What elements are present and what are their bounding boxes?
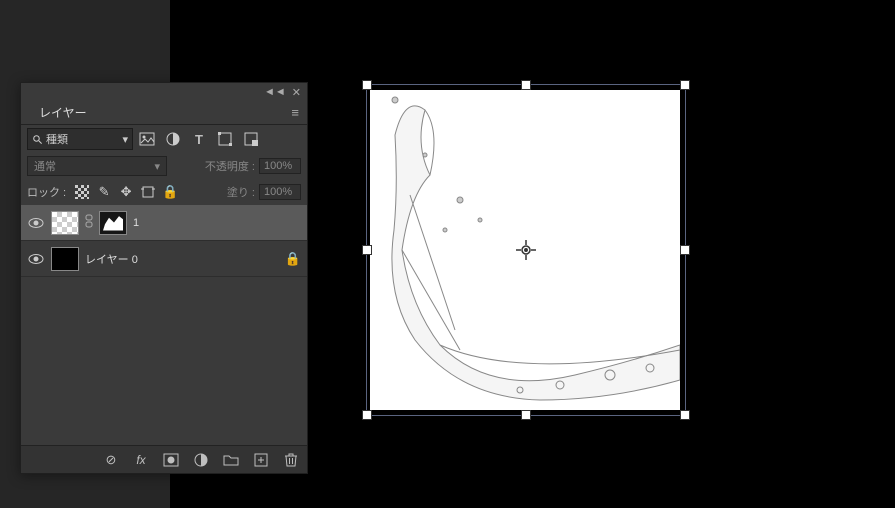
blend-mode-select[interactable]: 通常 ▾ (27, 156, 167, 176)
link-layers-icon[interactable]: ⊘ (103, 452, 119, 468)
lock-artboard-icon[interactable] (140, 184, 156, 200)
filter-image-icon[interactable] (139, 131, 155, 147)
filter-type-icons: T (139, 131, 259, 147)
layer-mask-thumbnail[interactable] (99, 211, 127, 235)
adjustment-layer-icon[interactable] (193, 452, 209, 468)
panel-menu-icon[interactable]: ≡ (291, 105, 299, 120)
layer-row[interactable]: レイヤー 0 🔒 (21, 241, 307, 277)
lock-transparency-icon[interactable] (74, 184, 90, 200)
chevron-down-icon: ▾ (122, 133, 128, 146)
artboard[interactable] (370, 90, 680, 410)
layer-list: 1 レイヤー 0 🔒 (21, 205, 307, 445)
lock-paint-icon[interactable]: ✎ (96, 184, 112, 200)
filter-type-icon[interactable]: T (191, 131, 207, 147)
transform-handle-bot-right[interactable] (680, 410, 690, 420)
filter-smartobj-icon[interactable] (243, 131, 259, 147)
delete-layer-icon[interactable] (283, 452, 299, 468)
mask-link-icon[interactable] (85, 214, 93, 231)
opacity-input[interactable]: 100% (259, 158, 301, 174)
filter-adjustment-icon[interactable] (165, 131, 181, 147)
new-group-icon[interactable] (223, 452, 239, 468)
transform-handle-top-right[interactable] (680, 80, 690, 90)
lock-icon: 🔒 (285, 251, 301, 267)
lock-position-icon[interactable]: ✥ (118, 184, 134, 200)
tab-layers[interactable]: レイヤー (29, 101, 97, 124)
panel-tabs: レイヤー ≡ (21, 101, 307, 125)
transform-handle-bot-left[interactable] (362, 410, 372, 420)
layer-fx-icon[interactable]: fx (133, 452, 149, 468)
transform-handle-top-mid[interactable] (521, 80, 531, 90)
layer-filter-row: 種類 ▾ T (21, 125, 307, 153)
visibility-toggle-icon[interactable] (27, 250, 45, 268)
layer-thumbnail[interactable] (51, 211, 79, 235)
fill-input[interactable]: 100% (259, 184, 301, 200)
new-layer-icon[interactable] (253, 452, 269, 468)
search-icon (32, 134, 43, 145)
visibility-toggle-icon[interactable] (27, 214, 45, 232)
water-splash-image (370, 90, 680, 410)
layers-panel: ◄◄ ✕ レイヤー ≡ 種類 ▾ T 通常 ▾ 不透明度 : 100% (20, 82, 308, 474)
panel-collapse-icon[interactable]: ◄◄ (264, 86, 286, 98)
panel-topbar: ◄◄ ✕ (21, 83, 307, 101)
blend-mode-row: 通常 ▾ 不透明度 : 100% (21, 153, 307, 179)
transform-handle-bot-mid[interactable] (521, 410, 531, 420)
chevron-down-icon: ▾ (154, 160, 160, 173)
lock-label: ロック : (27, 184, 66, 200)
transform-handle-mid-left[interactable] (362, 245, 372, 255)
lock-row: ロック : ✎ ✥ 🔒 塗り : 100% (21, 179, 307, 205)
panel-footer: ⊘ fx (21, 445, 307, 473)
panel-close-icon[interactable]: ✕ (292, 86, 301, 99)
layer-name[interactable]: レイヤー 0 (85, 251, 279, 267)
fill-label: 塗り : (227, 184, 255, 200)
transform-handle-mid-right[interactable] (680, 245, 690, 255)
lock-all-icon[interactable]: 🔒 (162, 184, 178, 200)
layer-thumbnail[interactable] (51, 247, 79, 271)
layer-name[interactable]: 1 (133, 217, 301, 229)
filter-shape-icon[interactable] (217, 131, 233, 147)
blend-mode-value: 通常 (34, 158, 56, 174)
transform-handle-top-left[interactable] (362, 80, 372, 90)
opacity-label: 不透明度 : (205, 158, 255, 174)
layer-filter-label: 種類 (46, 131, 68, 147)
layer-filter-select[interactable]: 種類 ▾ (27, 128, 133, 150)
layer-row[interactable]: 1 (21, 205, 307, 241)
add-mask-icon[interactable] (163, 452, 179, 468)
